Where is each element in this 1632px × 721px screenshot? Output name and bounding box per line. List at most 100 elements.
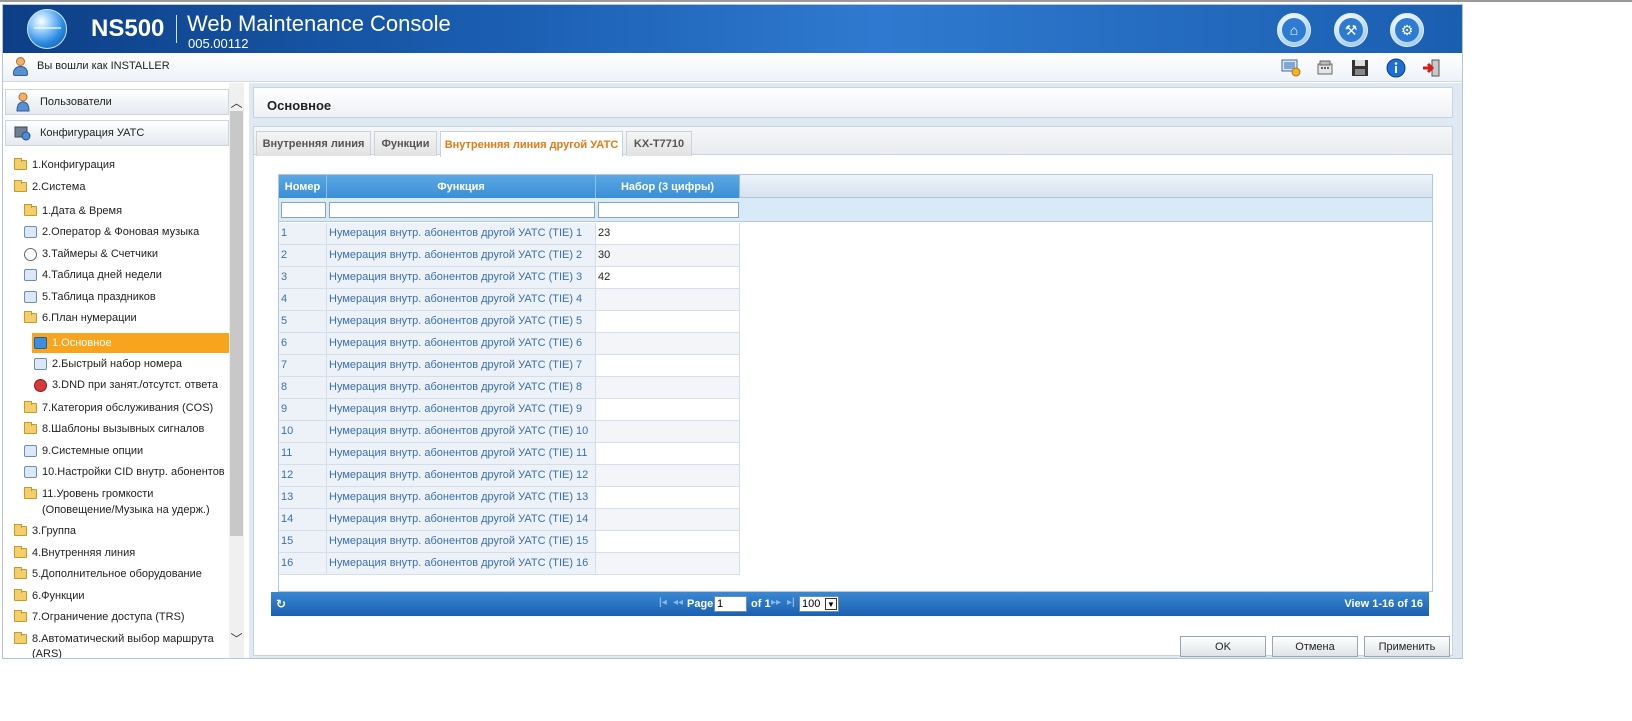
tree-item-numbering-plan[interactable]: 6.План нумерации (24, 309, 137, 327)
tree-item-cid-settings[interactable]: 10.Настройки CID внутр. абонентов (24, 463, 225, 481)
column-header-function[interactable]: Функция (327, 175, 596, 198)
table-row[interactable]: 15 Нумерация внутр. абонентов другой УАТС… (279, 531, 740, 553)
tab-tie-line[interactable]: Внутренняя линия другой УАТС (440, 131, 623, 157)
tab-features[interactable]: Функции (374, 131, 437, 156)
tree-item-trs[interactable]: 7.Ограничение доступа (TRS) (14, 608, 185, 626)
tree-item-timers-counters[interactable]: 3.Таймеры & Счетчики (24, 245, 158, 263)
rows-per-page-select[interactable]: 100 ▼ (799, 596, 839, 612)
page-number-input[interactable] (714, 596, 747, 612)
tree-item-cos[interactable]: 7.Категория обслуживания (COS) (24, 399, 213, 417)
cell-number: 13 (279, 487, 327, 508)
filter-dial-input[interactable] (598, 202, 739, 218)
cancel-button[interactable]: Отмена (1272, 636, 1358, 657)
logout-icon[interactable] (1421, 58, 1441, 78)
tree-item-optional-equipment[interactable]: 5.Дополнительное оборудование (14, 565, 202, 583)
table-row[interactable]: 6 Нумерация внутр. абонентов другой УАТС … (279, 333, 740, 355)
table-row[interactable]: 10 Нумерация внутр. абонентов другой УАТС… (279, 421, 740, 443)
column-header-dial[interactable]: Набор (3 цифры) (596, 175, 740, 198)
home-button[interactable]: ⌂ (1277, 13, 1311, 47)
tree-item-date-time[interactable]: 1.Дата & Время (24, 202, 122, 220)
maintenance-button[interactable]: ⚒ (1334, 13, 1368, 47)
tree-item-label: 4.Таблица дней недели (42, 269, 162, 281)
apply-button[interactable]: Применить (1364, 636, 1450, 657)
tree-item-ring-patterns[interactable]: 8.Шаблоны вызывных сигналов (24, 420, 204, 438)
cell-function: Нумерация внутр. абонентов другой УАТС (… (327, 487, 596, 508)
filter-number-input[interactable] (281, 202, 326, 218)
cell-dial[interactable] (596, 289, 740, 310)
folder-icon (14, 546, 27, 558)
cell-dial[interactable] (596, 333, 740, 354)
tab-kx-t7710[interactable]: KX-T7710 (626, 131, 692, 156)
cell-function: Нумерация внутр. абонентов другой УАТС (… (327, 333, 596, 354)
cell-dial[interactable] (596, 465, 740, 486)
tree-item-speed-dial[interactable]: 2.Быстрый набор номера (34, 355, 182, 373)
chevron-down-icon[interactable]: ﹀ (229, 631, 244, 647)
cell-dial[interactable] (596, 443, 740, 464)
folder-open-icon (24, 311, 37, 323)
filter-function-input[interactable] (329, 202, 595, 218)
cell-dial[interactable] (596, 421, 740, 442)
cell-dial[interactable] (596, 553, 740, 574)
tree-item-label: 7.Ограничение доступа (TRS) (32, 611, 185, 623)
tree-item-system[interactable]: 2.Система (14, 178, 85, 196)
tree-item-label: 11.Уровень громкости (42, 488, 154, 500)
table-row[interactable]: 7 Нумерация внутр. абонентов другой УАТС … (279, 355, 740, 377)
save-icon[interactable] (1350, 58, 1370, 78)
cell-dial[interactable]: 30 (596, 245, 740, 266)
tree-item-operator-music[interactable]: 2.Оператор & Фоновая музыка (24, 223, 199, 241)
cell-function: Нумерация внутр. абонентов другой УАТС (… (327, 465, 596, 486)
tree-item-system-options[interactable]: 9.Системные опции (24, 442, 143, 460)
table-row[interactable]: 1 Нумерация внутр. абонентов другой УАТС … (279, 223, 740, 245)
sidebar-section-users[interactable]: Пользователи (5, 89, 229, 115)
cell-dial[interactable] (596, 377, 740, 398)
tree-item-dnd[interactable]: 3.DND при занят./отсутст. ответа (34, 376, 218, 394)
refresh-icon[interactable]: ↻ (276, 597, 286, 611)
tree-item-features[interactable]: 6.Функции (14, 587, 85, 605)
table-row[interactable]: 12 Нумерация внутр. абонентов другой УАТС… (279, 465, 740, 487)
last-page-icon[interactable]: ▸| (787, 597, 795, 608)
cell-dial[interactable] (596, 531, 740, 552)
monitor-warning-icon[interactable] (1281, 58, 1301, 78)
table-row[interactable]: 5 Нумерация внутр. абонентов другой УАТС … (279, 311, 740, 333)
tree-item-holiday-table[interactable]: 5.Таблица праздников (24, 288, 156, 306)
tree-item-label: (Оповещение/Музыка на удерж.) (42, 504, 210, 516)
sidebar-section-pbx-config[interactable]: Конфигурация УАТС (5, 120, 229, 146)
prev-page-icon[interactable]: ◂◂ (673, 597, 683, 608)
cell-dial[interactable] (596, 355, 740, 376)
next-page-icon[interactable]: ▸▸ (771, 597, 781, 608)
cell-dial[interactable] (596, 311, 740, 332)
tree-item-week-table[interactable]: 4.Таблица дней недели (24, 266, 162, 284)
tree-item-configuration[interactable]: 1.Конфигурация (14, 156, 115, 174)
settings-button[interactable]: ⚙ (1390, 13, 1424, 47)
first-page-icon[interactable]: |◂ (659, 597, 667, 608)
tree-item-extension[interactable]: 4.Внутренняя линия (14, 544, 135, 562)
tree-item-group[interactable]: 3.Группа (14, 522, 76, 540)
tree-item-label: 8.Шаблоны вызывных сигналов (42, 423, 205, 435)
tree-item-basic-selected[interactable]: 1.Основное (32, 333, 229, 353)
table-row[interactable]: 11 Нумерация внутр. абонентов другой УАТС… (279, 443, 740, 465)
table-row[interactable]: 3 Нумерация внутр. абонентов другой УАТС … (279, 267, 740, 289)
console-version: 005.00112 (188, 36, 249, 51)
table-row[interactable]: 14 Нумерация внутр. абонентов другой УАТС… (279, 509, 740, 531)
user-icon (12, 57, 28, 77)
info-icon[interactable] (1386, 58, 1406, 78)
table-row[interactable]: 16 Нумерация внутр. абонентов другой УАТС… (279, 553, 740, 575)
table-row[interactable]: 4 Нумерация внутр. абонентов другой УАТС … (279, 289, 740, 311)
cell-dial[interactable]: 42 (596, 267, 740, 288)
sidebar-scroll-thumb[interactable] (230, 111, 243, 536)
tab-internal-line[interactable]: Внутренняя линия (256, 131, 371, 156)
table-row[interactable]: 13 Нумерация внутр. абонентов другой УАТС… (279, 487, 740, 509)
tree-item-ars-cont: (ARS) (32, 645, 62, 658)
column-header-number[interactable]: Номер (279, 175, 327, 198)
table-row[interactable]: 2 Нумерация внутр. абонентов другой УАТС … (279, 245, 740, 267)
tree-item-label: 7.Категория обслуживания (COS) (42, 402, 214, 414)
chevron-up-icon[interactable]: ︿ (229, 95, 244, 111)
table-row[interactable]: 8 Нумерация внутр. абонентов другой УАТС … (279, 377, 740, 399)
table-row[interactable]: 9 Нумерация внутр. абонентов другой УАТС … (279, 399, 740, 421)
cell-dial[interactable] (596, 487, 740, 508)
cell-dial[interactable] (596, 509, 740, 530)
cell-dial[interactable] (596, 399, 740, 420)
ok-button[interactable]: OK (1180, 636, 1266, 657)
phone-system-icon[interactable] (1316, 58, 1336, 78)
cell-dial[interactable]: 23 (596, 223, 740, 244)
